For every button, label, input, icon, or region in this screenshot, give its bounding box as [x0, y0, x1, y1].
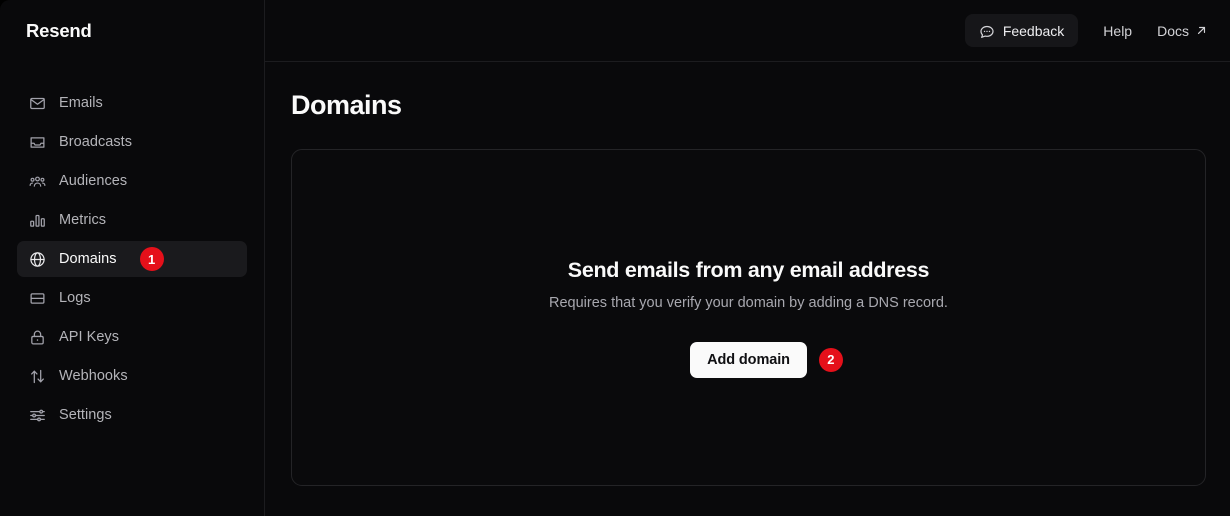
sidebar-item-label: Domains [59, 251, 117, 267]
sidebar-item-settings[interactable]: Settings [17, 397, 247, 433]
main-area: Feedback Help Docs Domains Send emails f… [265, 0, 1230, 516]
help-link[interactable]: Help [1103, 23, 1132, 39]
external-link-arrow-icon [1195, 24, 1208, 37]
envelope-icon [29, 95, 46, 112]
feedback-label: Feedback [1002, 22, 1065, 39]
brand-logo[interactable]: Resend [0, 0, 264, 62]
sidebar-item-domains[interactable]: Domains 1 [17, 241, 247, 277]
sidebar: Resend Emails Broadcasts Audiences Metri… [0, 0, 265, 516]
empty-state-description: Requires that you verify your domain by … [549, 294, 948, 311]
sidebar-item-broadcasts[interactable]: Broadcasts [17, 124, 247, 160]
empty-state-title: Send emails from any email address [567, 257, 930, 282]
sidebar-item-audiences[interactable]: Audiences [17, 163, 247, 199]
logs-icon [29, 290, 46, 307]
sidebar-item-webhooks[interactable]: Webhooks [17, 358, 247, 394]
sidebar-item-label: Settings [59, 407, 112, 423]
app-window: Resend Emails Broadcasts Audiences Metri… [0, 0, 1230, 516]
sidebar-nav: Emails Broadcasts Audiences Metrics Doma… [0, 85, 264, 433]
cta-row: Add domain 2 [654, 341, 843, 378]
step-marker-1: 1 [139, 247, 164, 271]
sidebar-item-label: Metrics [59, 212, 107, 228]
sidebar-item-metrics[interactable]: Metrics [17, 202, 247, 238]
empty-state-card: Send emails from any email address Requi… [291, 149, 1206, 486]
sidebar-item-label: API Keys [59, 329, 120, 345]
content-area: Domains Send emails from any email addre… [265, 62, 1230, 516]
sidebar-item-label: Logs [59, 290, 91, 306]
page-title: Domains [291, 90, 402, 120]
docs-link[interactable]: Docs [1157, 23, 1208, 39]
sidebar-item-label: Audiences [59, 173, 128, 189]
step-marker-2: 2 [818, 347, 843, 372]
sidebar-item-logs[interactable]: Logs [17, 280, 247, 316]
sliders-icon [29, 407, 46, 424]
inbox-tray-icon [29, 134, 46, 151]
arrows-up-down-icon [29, 368, 46, 385]
globe-icon [29, 251, 46, 268]
lock-icon [29, 329, 46, 346]
topbar: Feedback Help Docs [265, 0, 1230, 62]
users-group-icon [29, 173, 46, 190]
bar-chart-icon [29, 212, 46, 229]
feedback-button[interactable]: Feedback [964, 14, 1079, 47]
docs-label: Docs [1157, 22, 1189, 39]
brand-name: Resend [26, 20, 92, 41]
sidebar-item-label: Emails [59, 95, 103, 111]
sidebar-item-api-keys[interactable]: API Keys [17, 319, 247, 355]
sidebar-item-label: Broadcasts [59, 134, 133, 150]
chat-bubble-dots-icon [979, 23, 995, 39]
add-domain-button[interactable]: Add domain [690, 341, 807, 378]
sidebar-item-label: Webhooks [59, 368, 128, 384]
sidebar-item-emails[interactable]: Emails [17, 85, 247, 121]
help-label: Help [1103, 22, 1133, 39]
